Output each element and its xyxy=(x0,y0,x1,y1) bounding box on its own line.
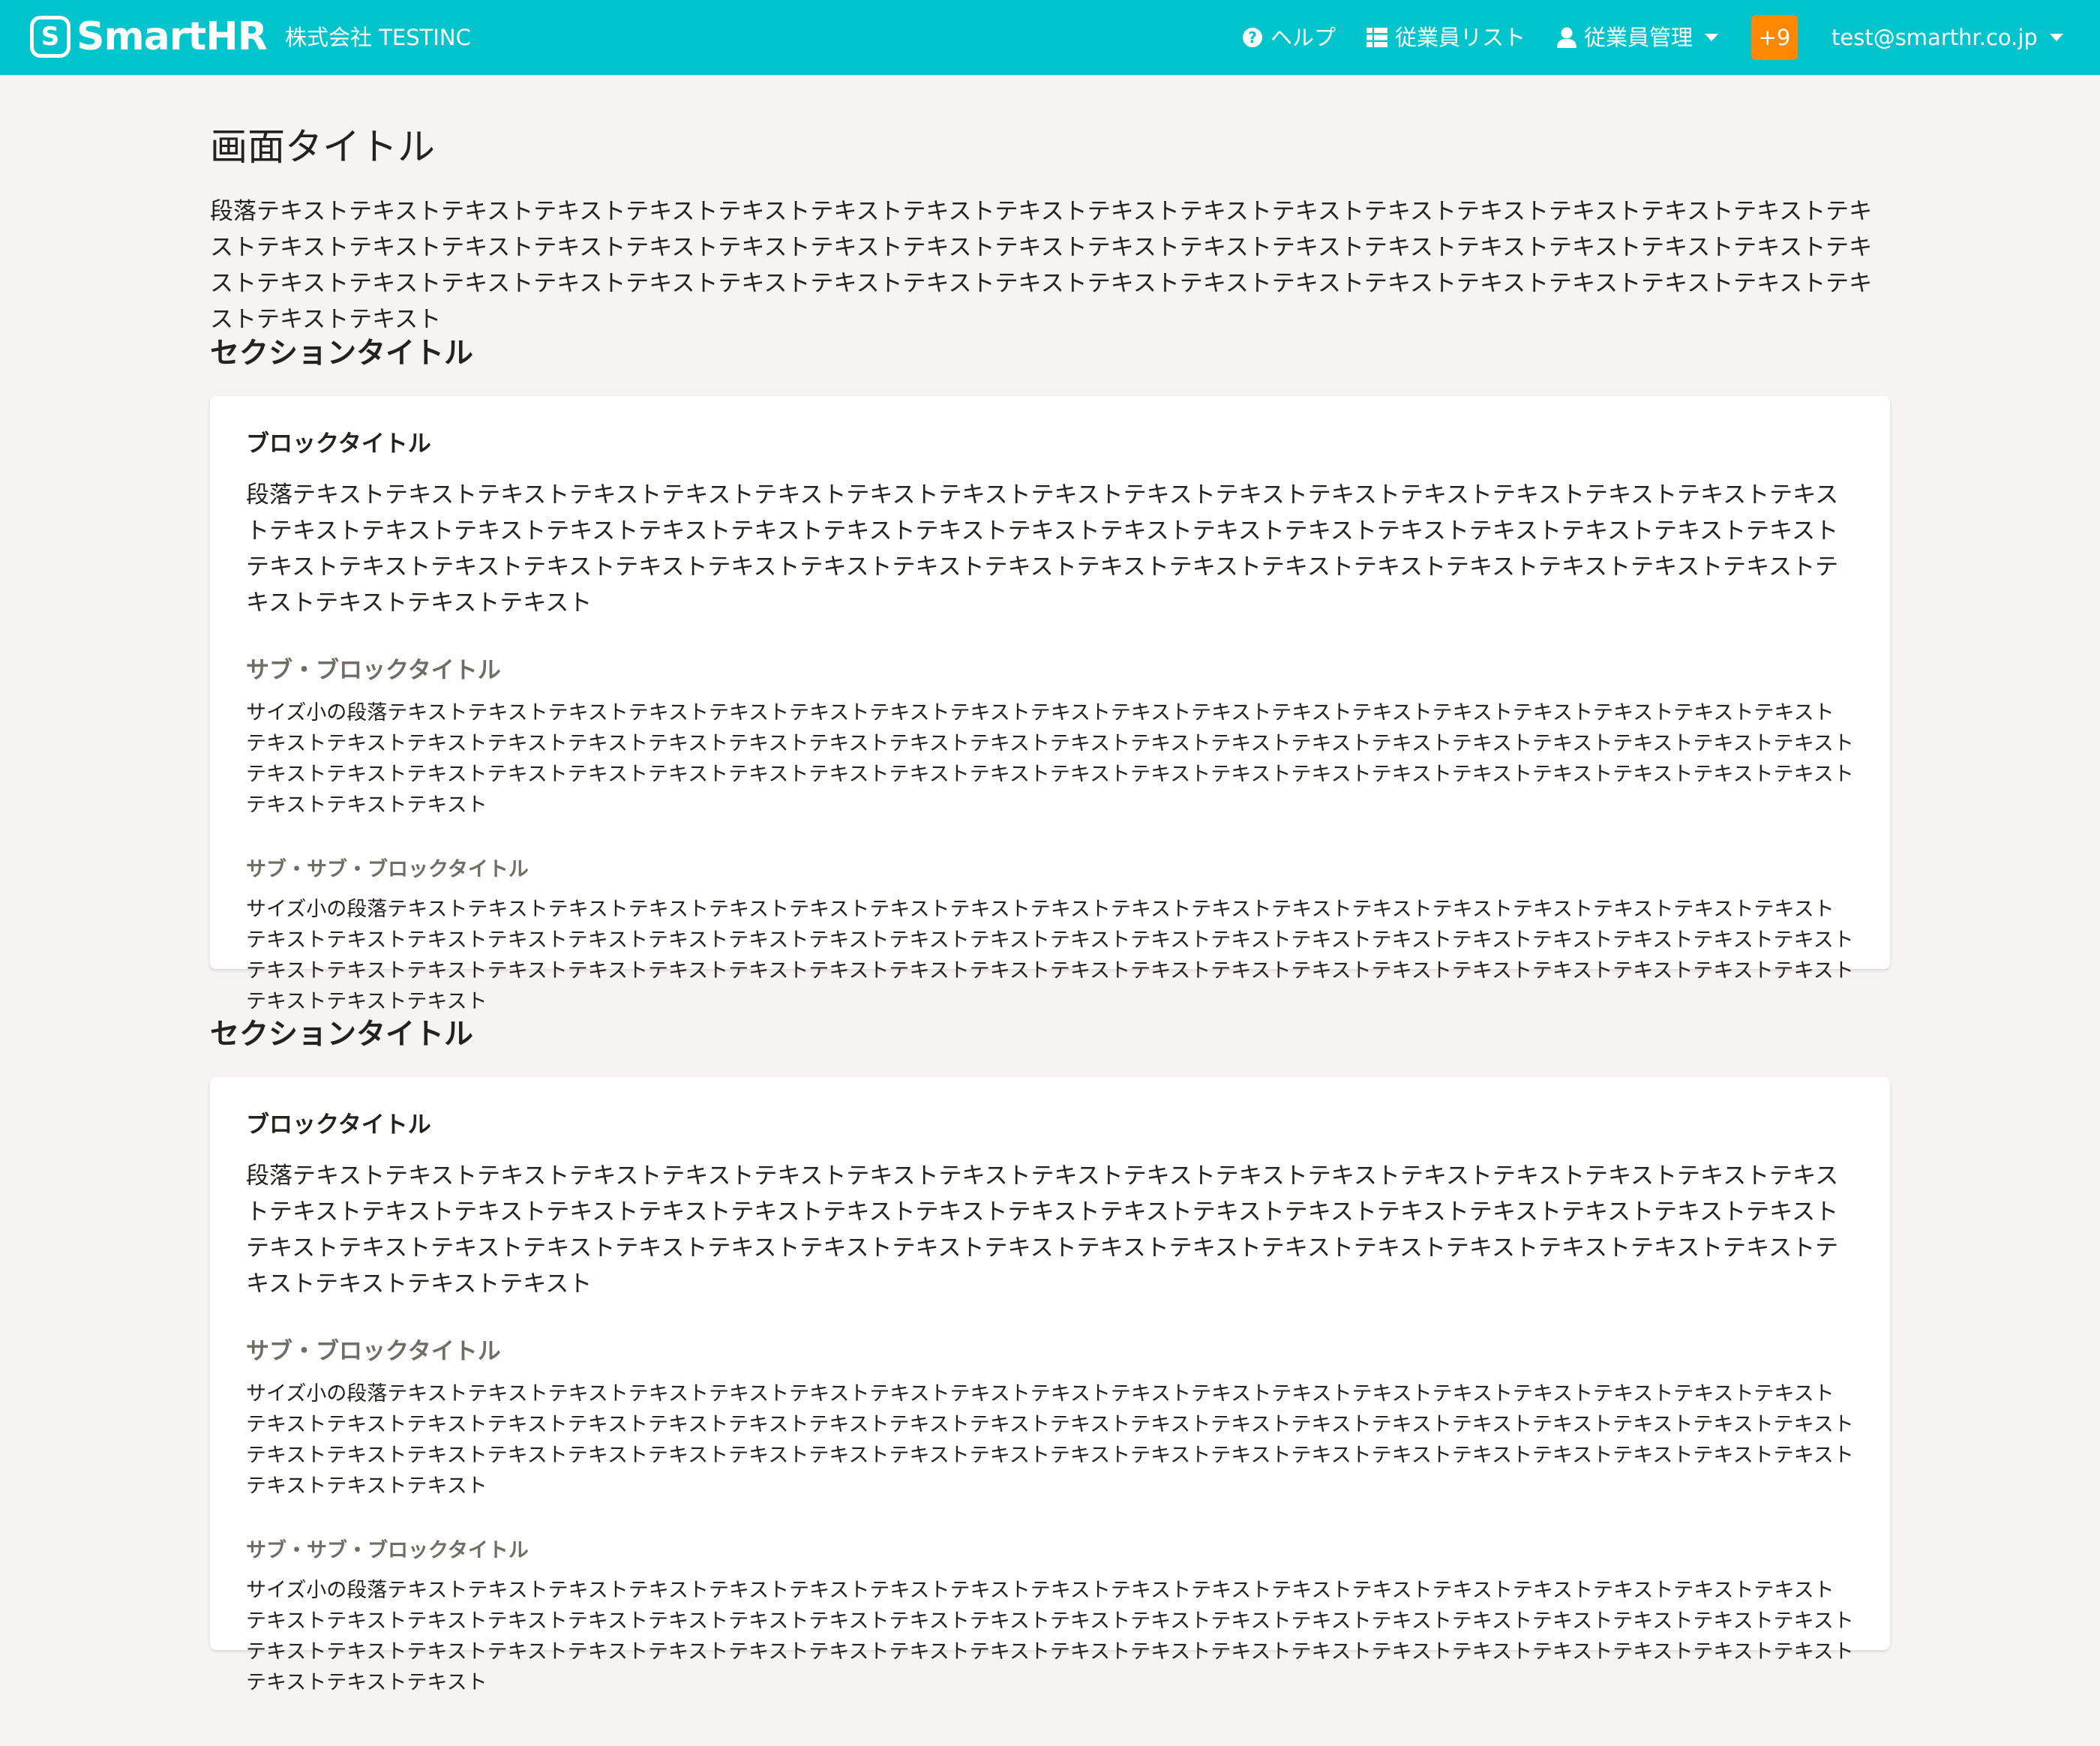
list-icon xyxy=(1366,28,1388,47)
nav-employee-list-label: 従業員リスト xyxy=(1395,25,1526,50)
lead-paragraph: 段落テキストテキストテキストテキストテキストテキストテキストテキストテキストテキ… xyxy=(210,198,1873,333)
sub-sub-block-title: サブ・サブ・ブロックタイトル xyxy=(246,1539,529,1562)
sub-sub-block-paragraph: サイズ小の段落テキストテキストテキストテキストテキストテキストテキストテキストテ… xyxy=(246,898,1854,1013)
svg-text:?: ? xyxy=(1248,28,1257,46)
smarthr-logo[interactable]: S SmartHR xyxy=(30,14,268,59)
section-title: セクションタイトル xyxy=(210,1018,474,1052)
block-title: ブロックタイトル xyxy=(246,1112,431,1138)
nav-help-label: ヘルプ xyxy=(1270,25,1336,50)
nav-employee-manage-label: 従業員管理 xyxy=(1584,25,1694,50)
sub-sub-block-paragraph: サイズ小の段落テキストテキストテキストテキストテキストテキストテキストテキストテ… xyxy=(246,1579,1854,1694)
sub-block-paragraph: サイズ小の段落テキストテキストテキストテキストテキストテキストテキストテキストテ… xyxy=(246,701,1854,817)
page-title: 画面タイトル xyxy=(210,125,435,169)
sub-sub-block-title: サブ・サブ・ブロックタイトル xyxy=(246,858,529,881)
company-name: 株式会社 TESTINC xyxy=(285,25,471,50)
user-menu[interactable]: test@smarthr.co.jp xyxy=(1832,22,2063,52)
block-paragraph: 段落テキストテキストテキストテキストテキストテキストテキストテキストテキストテキ… xyxy=(246,1162,1839,1298)
user-icon xyxy=(1557,27,1576,48)
block-title: ブロックタイトル xyxy=(246,430,431,458)
block-paragraph: 段落テキストテキストテキストテキストテキストテキストテキストテキストテキストテキ… xyxy=(246,482,1839,616)
caret-down-icon xyxy=(2049,34,2063,41)
question-circle-icon: ? xyxy=(1242,27,1263,48)
app-header: S SmartHR 株式会社 TESTINC ? ヘルプ 従業員リスト 従業員管… xyxy=(0,0,2100,75)
user-email: test@smarthr.co.jp xyxy=(1832,25,2038,50)
sub-block-title: サブ・ブロックタイトル xyxy=(246,1338,501,1365)
sub-block-title: サブ・ブロックタイトル xyxy=(246,657,501,684)
block-card: ブロックタイトル 段落テキストテキストテキストテキストテキストテキストテキストテ… xyxy=(210,1077,1890,1694)
sub-block-paragraph: サイズ小の段落テキストテキストテキストテキストテキストテキストテキストテキストテ… xyxy=(246,1382,1854,1498)
logo-text: SmartHR xyxy=(76,14,268,59)
logo-mark-icon: S xyxy=(30,16,70,58)
nav-employee-list[interactable]: 従業員リスト xyxy=(1366,22,1526,52)
nav-help[interactable]: ? ヘルプ xyxy=(1242,22,1336,52)
block-card: ブロックタイトル 段落テキストテキストテキストテキストテキストテキストテキストテ… xyxy=(210,396,1890,1013)
notification-badge[interactable]: +9 xyxy=(1751,15,1798,60)
nav-employee-manage[interactable]: 従業員管理 xyxy=(1557,22,1719,52)
section-title: セクションタイトル xyxy=(210,337,474,370)
caret-down-icon xyxy=(1705,34,1719,41)
